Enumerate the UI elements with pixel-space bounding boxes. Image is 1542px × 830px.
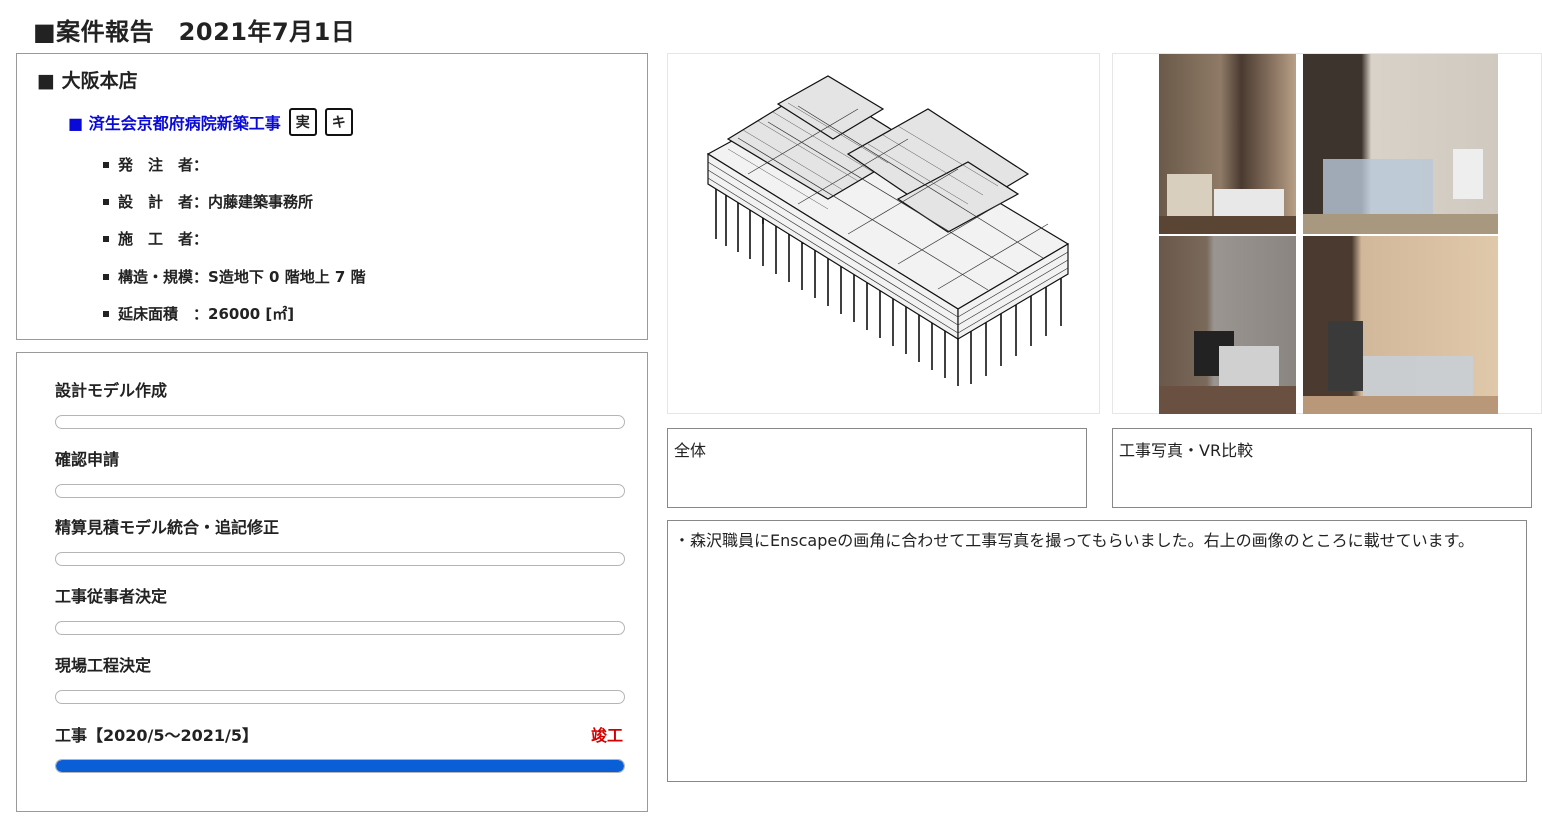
detail-value: S造地下 0 階地上 7 階 <box>208 268 366 286</box>
project-name-link[interactable]: ■ 済生会京都府病院新築工事 <box>68 110 281 134</box>
ki-badge[interactable]: キ <box>324 108 353 136</box>
model-caption-box: 全体 <box>667 428 1087 508</box>
model-caption: 全体 <box>674 441 707 460</box>
progress-bar <box>55 484 625 498</box>
step-label: 現場工程決定 <box>55 656 152 675</box>
bim-model-image[interactable] <box>667 53 1100 414</box>
bullet-icon <box>103 273 109 280</box>
step-label: 工事従事者決定 <box>55 587 168 606</box>
page-title: ■案件報告 2021年7月1日 <box>33 18 356 46</box>
detail-floor-area: 延床面積 ： 26000 [㎡] <box>103 303 294 324</box>
vr-render-1 <box>1303 54 1498 234</box>
project-row: ■ 済生会京都府病院新築工事 実 キ <box>68 108 353 136</box>
step-label: 設計モデル作成 <box>55 381 168 400</box>
detail-structure: 構造・規模： S造地下 0 階地上 7 階 <box>103 266 366 287</box>
site-photo-2 <box>1159 236 1296 414</box>
office-name: ■ 大阪本店 <box>37 70 138 92</box>
detail-value: 内藤建築事務所 <box>208 193 314 211</box>
vr-render-2 <box>1303 236 1498 414</box>
detail-designer: 設 計 者： 内藤建築事務所 <box>103 191 313 212</box>
progress-bar <box>55 415 625 429</box>
site-photo-1 <box>1159 54 1296 234</box>
progress-panel: 設計モデル作成 確認申請 精算見積モデル統合・追記修正 工事従事者決定 現場工程… <box>16 352 648 812</box>
step-label: 精算見積モデル統合・追記修正 <box>55 518 280 537</box>
comment-box: ・森沢職員にEnscapeの画角に合わせて工事写真を撮ってもらいました。右上の画… <box>667 520 1527 782</box>
bullet-icon <box>103 235 109 242</box>
building-wireframe-image <box>706 75 1070 386</box>
detail-label: 設 計 者： <box>118 193 209 211</box>
detail-label: 施 工 者： <box>118 230 209 248</box>
detail-label: 構造・規模： <box>118 268 209 286</box>
progress-bar <box>55 759 625 773</box>
comment-text: ・森沢職員にEnscapeの画角に合わせて工事写真を撮ってもらいました。右上の画… <box>674 531 1474 550</box>
bullet-icon <box>103 161 109 168</box>
detail-contractor: 施 工 者： <box>103 228 208 249</box>
bullet-icon <box>103 310 109 317</box>
step-label: 確認申請 <box>55 450 120 469</box>
project-info-panel: ■ 大阪本店 ■ 済生会京都府病院新築工事 実 キ 発 注 者： 設 計 者： … <box>16 53 648 340</box>
step-label: 工事【2020/5～2021/5】 <box>55 726 259 745</box>
bullet-icon <box>103 198 109 205</box>
progress-bar <box>55 552 625 566</box>
progress-bar-fill <box>56 760 624 772</box>
progress-bar <box>55 621 625 635</box>
detail-value: 26000 [㎡] <box>208 305 295 323</box>
photos-caption-box: 工事写真・VR比較 <box>1112 428 1532 508</box>
detail-label: 延床面積 ： <box>118 305 209 323</box>
photos-caption: 工事写真・VR比較 <box>1119 441 1254 460</box>
progress-bar <box>55 690 625 704</box>
detail-label: 発 注 者： <box>118 156 209 174</box>
detail-orderer: 発 注 者： <box>103 154 208 175</box>
site-photo-vr-comparison[interactable] <box>1112 53 1542 414</box>
jisshi-badge[interactable]: 実 <box>288 108 317 136</box>
completion-status: 竣工 <box>590 726 623 745</box>
